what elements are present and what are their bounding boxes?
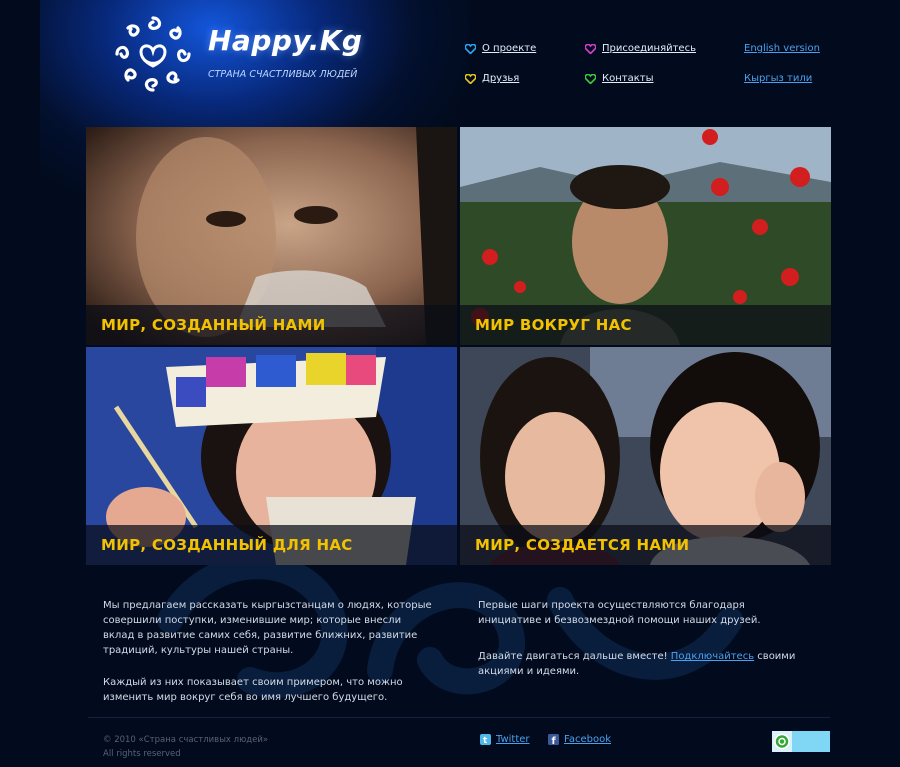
lang-link-english[interactable]: English version	[744, 43, 820, 54]
nav-item-about[interactable]: О проекте	[465, 43, 536, 54]
nav-link-contacts[interactable]: Контакты	[602, 73, 653, 84]
twitter-icon: t	[480, 734, 491, 745]
heart-icon	[465, 43, 476, 54]
tile-caption[interactable]: МИР, СОЗДАННЫЙ ДЛЯ НАС	[86, 525, 457, 565]
footer-divider	[88, 717, 830, 718]
nav-link-friends[interactable]: Друзья	[482, 73, 519, 84]
tile-world-created-by-us[interactable]: МИР, СОЗДАННЫЙ НАМИ	[86, 127, 457, 345]
intro-paragraph-2: Каждый из них показывает своим примером,…	[103, 677, 403, 703]
tile-caption[interactable]: МИР, СОЗДАННЫЙ НАМИ	[86, 305, 457, 345]
join-paragraph: Давайте двигаться дальше вместе! Подключ…	[478, 649, 813, 679]
facebook-icon: f	[548, 734, 559, 745]
tile-world-around-us[interactable]: МИР ВОКРУГ НАС	[460, 127, 831, 345]
join-text-before: Давайте двигаться дальше вместе!	[478, 651, 668, 662]
nav-link-join[interactable]: Присоединяйтесь	[602, 43, 696, 54]
lang-english[interactable]: English version	[744, 43, 820, 54]
nav-item-join[interactable]: Присоединяйтесь	[585, 43, 696, 54]
copyright-text: © 2010 «Страна счастливых людей»	[103, 735, 269, 745]
logo-emblem-icon	[115, 16, 191, 92]
heart-icon	[585, 43, 596, 54]
site-logo[interactable]: Happy.Kg СТРАНА СЧАСТЛИВЫХ ЛЮДЕЙ	[107, 8, 367, 100]
site-counter-badge[interactable]	[772, 731, 830, 752]
nav-item-contacts[interactable]: Контакты	[585, 73, 653, 84]
lang-link-kyrgyz[interactable]: Кыргыз тили	[744, 73, 812, 84]
brand-tagline: СТРАНА СЧАСТЛИВЫХ ЛЮДЕЙ	[208, 69, 358, 80]
tile-world-created-for-us[interactable]: МИР, СОЗДАННЫЙ ДЛЯ НАС	[86, 347, 457, 565]
heart-icon	[585, 73, 596, 84]
heart-icon	[465, 73, 476, 84]
brand-name: Happy.Kg	[208, 24, 363, 57]
twitter-link-group[interactable]: t Twitter	[480, 734, 530, 745]
nav-link-about[interactable]: О проекте	[482, 43, 536, 54]
lang-kyrgyz[interactable]: Кыргыз тили	[744, 73, 812, 84]
join-link[interactable]: Подключайтесь	[671, 651, 754, 662]
friends-paragraph: Первые шаги проекта осуществляются благо…	[478, 600, 761, 626]
tile-caption[interactable]: МИР, СОЗДАЕТСЯ НАМИ	[460, 525, 831, 565]
rights-text: All rights reserved	[103, 749, 181, 759]
facebook-link-group[interactable]: f Facebook	[548, 734, 611, 745]
intro-paragraph-1: Мы предлагаем рассказать кыргызстанцам о…	[103, 600, 432, 656]
twitter-link[interactable]: Twitter	[496, 734, 530, 745]
tile-caption[interactable]: МИР ВОКРУГ НАС	[460, 305, 831, 345]
footer-copyright: © 2010 «Страна счастливых людей» All rig…	[103, 733, 268, 761]
facebook-link[interactable]: Facebook	[564, 734, 611, 745]
tile-world-being-created[interactable]: МИР, СОЗДАЕТСЯ НАМИ	[460, 347, 831, 565]
svg-text:t: t	[483, 736, 488, 745]
nav-item-friends[interactable]: Друзья	[465, 73, 519, 84]
